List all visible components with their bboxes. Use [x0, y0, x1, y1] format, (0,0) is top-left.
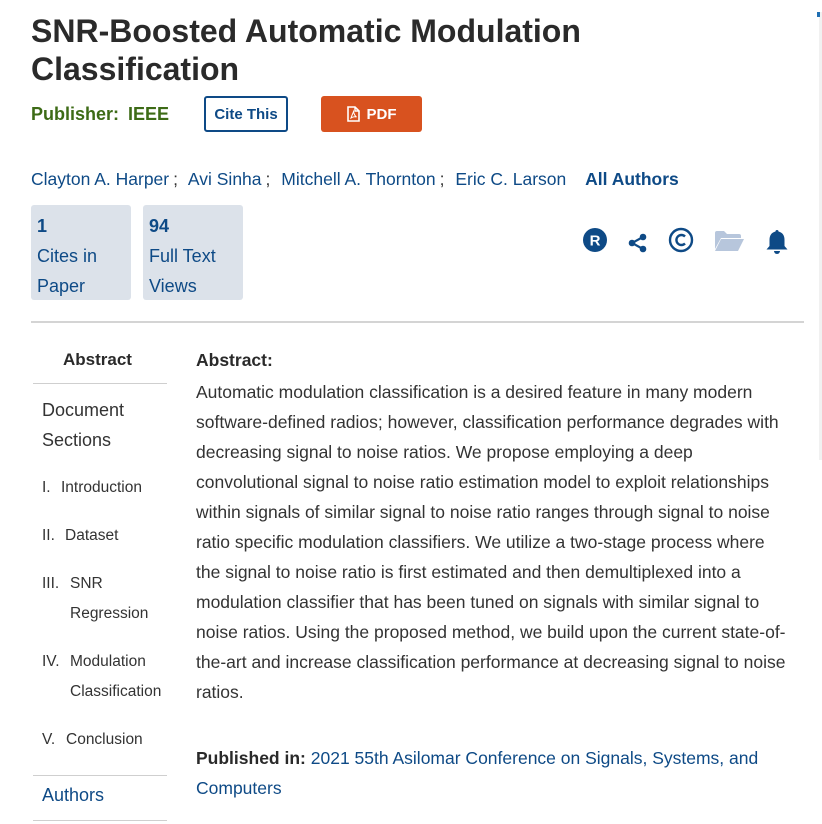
section-label: Introduction	[61, 479, 142, 496]
all-authors-link[interactable]: All Authors	[585, 169, 679, 189]
nav-authors-link[interactable]: Authors	[42, 785, 104, 806]
rights-icon[interactable]: R	[582, 227, 608, 253]
metric-number: 94	[149, 216, 170, 236]
section-number: IV.	[42, 653, 60, 670]
nav-section-modulation-classification[interactable]: IV. Modulation Classification	[42, 647, 172, 707]
pdf-button-label: PDF	[366, 105, 397, 123]
publisher-label: Publisher:	[31, 104, 120, 124]
share-icon[interactable]	[628, 233, 648, 253]
publisher-line: Publisher: IEEE	[31, 104, 169, 125]
abstract-text: Automatic modulation classification is a…	[196, 382, 786, 702]
bell-icon[interactable]	[765, 228, 789, 255]
author-link[interactable]: Avi Sinha	[188, 169, 262, 189]
metric-number: 1	[37, 216, 48, 236]
author-separator: ;	[173, 169, 178, 189]
author-link[interactable]: Eric C. Larson	[455, 169, 566, 189]
copyright-icon[interactable]	[668, 227, 694, 253]
svg-text:R: R	[590, 233, 601, 250]
nav-divider	[33, 820, 167, 821]
folder-icon[interactable]	[714, 230, 745, 252]
section-label: Conclusion	[66, 731, 143, 748]
document-sections-heading: Document Sections	[42, 400, 125, 450]
pdf-button[interactable]: PDF	[321, 96, 422, 132]
nav-abstract-link[interactable]: Abstract	[63, 350, 132, 370]
nav-divider	[33, 775, 167, 776]
section-label: SNR Regression	[70, 575, 149, 622]
pdf-file-icon	[346, 106, 360, 122]
cite-this-button[interactable]: Cite This	[204, 96, 288, 132]
section-number: II.	[42, 527, 55, 544]
abstract-heading: Abstract:	[196, 350, 273, 370]
section-number: I.	[42, 479, 51, 496]
section-number: III.	[42, 575, 60, 592]
cites-in-paper-metric[interactable]: 1 Cites in Paper	[31, 205, 131, 300]
nav-section-introduction[interactable]: I. Introduction	[42, 473, 172, 503]
published-in-label: Published in:	[196, 748, 306, 768]
nav-section-snr-regression[interactable]: III. SNR Regression	[42, 569, 172, 629]
nav-divider	[33, 383, 167, 384]
author-link[interactable]: Clayton A. Harper	[31, 169, 169, 189]
full-text-views-metric[interactable]: 94 Full Text Views	[143, 205, 243, 300]
paper-title: SNR-Boosted Automatic Modulation Classif…	[31, 13, 581, 87]
published-in: Published in: 2021 55th Asilomar Confere…	[196, 743, 796, 803]
header-divider	[31, 321, 804, 323]
publisher-name: IEEE	[128, 104, 170, 124]
nav-section-conclusion[interactable]: V. Conclusion	[42, 725, 172, 755]
nav-section-dataset[interactable]: II. Dataset	[42, 521, 172, 551]
authors-row: Clayton A. Harper; Avi Sinha; Mitchell A…	[31, 169, 679, 190]
metric-label: Cites in Paper	[37, 246, 98, 296]
scrollbar-thumb[interactable]	[817, 12, 820, 17]
author-separator: ;	[265, 169, 271, 189]
author-link[interactable]: Mitchell A. Thornton	[281, 169, 435, 189]
author-separator: ;	[439, 169, 445, 189]
metric-label: Full Text Views	[149, 246, 216, 296]
section-number: V.	[42, 731, 56, 748]
section-label: Dataset	[65, 527, 119, 544]
section-label: Modulation Classification	[70, 653, 162, 700]
